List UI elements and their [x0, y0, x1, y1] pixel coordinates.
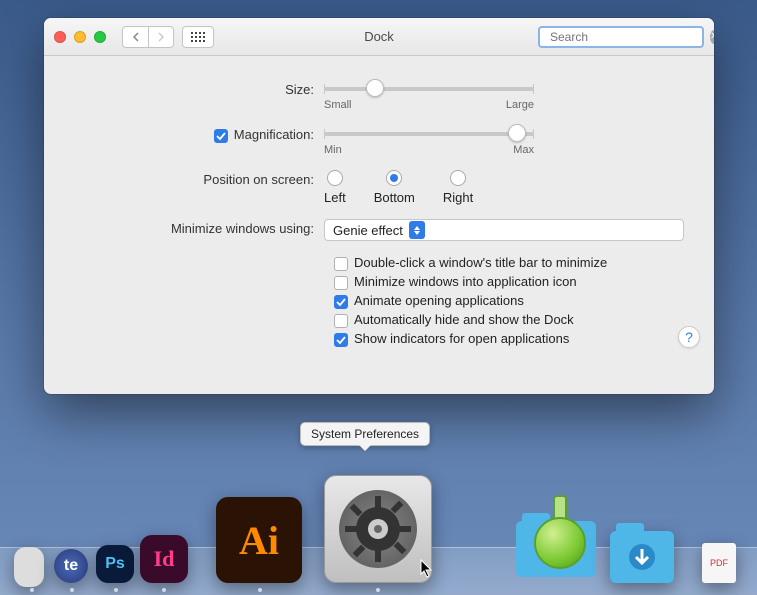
stepper-icon	[409, 221, 425, 239]
option-label-dblclick_minimize: Double-click a window's title bar to min…	[354, 255, 607, 270]
option-label-minimize_into_app: Minimize windows into application icon	[354, 274, 577, 289]
zoom-button[interactable]	[94, 31, 106, 43]
titlebar: Dock ✕	[44, 18, 714, 56]
minimize-effect-popup[interactable]: Genie effect	[324, 219, 684, 241]
gear-icon	[339, 490, 417, 568]
option-label-autohide: Automatically hide and show the Dock	[354, 312, 574, 327]
magnification-slider[interactable]	[324, 125, 534, 143]
back-button[interactable]	[122, 26, 148, 48]
option-checkbox-minimize_into_app[interactable]	[334, 276, 348, 290]
position-radio-right[interactable]	[450, 170, 466, 186]
dock-app-system-preferences[interactable]	[324, 475, 432, 583]
search-field[interactable]: ✕	[538, 26, 704, 48]
help-button[interactable]: ?	[678, 326, 700, 348]
position-radio-left[interactable]	[327, 170, 343, 186]
dock: te Ps Id Ai PDF	[0, 435, 757, 595]
dock-app-indesign[interactable]: Id	[140, 535, 188, 583]
option-row-autohide: Automatically hide and show the Dock	[334, 312, 684, 327]
dock-app-pdf[interactable]: PDF	[702, 543, 736, 583]
download-arrow-icon	[626, 541, 658, 573]
nav-buttons	[122, 26, 174, 48]
option-checkbox-dblclick_minimize[interactable]	[334, 257, 348, 271]
minimize-effect-value: Genie effect	[333, 223, 403, 238]
option-label-show_indicators: Show indicators for open applications	[354, 331, 569, 346]
option-checkbox-show_indicators[interactable]	[334, 333, 348, 347]
clear-search-button[interactable]: ✕	[710, 30, 714, 44]
magnification-max-label: Max	[513, 144, 534, 156]
search-input[interactable]	[550, 30, 705, 44]
minimize-button[interactable]	[74, 31, 86, 43]
dock-app-textexpander[interactable]: te	[54, 549, 88, 583]
size-slider[interactable]	[324, 80, 534, 98]
size-min-label: Small	[324, 99, 352, 111]
preferences-window: Dock ✕ Size: Small Large	[44, 18, 714, 394]
window-controls	[54, 31, 106, 43]
position-radio-label-left: Left	[324, 190, 346, 205]
size-slider-thumb[interactable]	[366, 79, 384, 97]
forward-button[interactable]	[148, 26, 174, 48]
option-row-minimize_into_app: Minimize windows into application icon	[334, 274, 684, 289]
position-radio-label-right: Right	[443, 190, 473, 205]
options-list: Double-click a window's title bar to min…	[334, 255, 684, 346]
chevron-right-icon	[157, 32, 165, 42]
position-radio-bottom[interactable]	[386, 170, 402, 186]
position-label: Position on screen:	[74, 170, 324, 187]
dock-app-photoshop[interactable]: Ps	[96, 545, 134, 583]
option-row-dblclick_minimize: Double-click a window's title bar to min…	[334, 255, 684, 270]
dock-tooltip: System Preferences	[300, 422, 430, 446]
show-all-button[interactable]	[182, 26, 214, 48]
option-row-show_indicators: Show indicators for open applications	[334, 331, 684, 346]
grid-icon	[191, 32, 205, 42]
magnification-slider-thumb[interactable]	[508, 124, 526, 142]
option-checkbox-autohide[interactable]	[334, 314, 348, 328]
size-label: Size:	[74, 80, 324, 97]
option-checkbox-animate_opening[interactable]	[334, 295, 348, 309]
position-radio-group: Left Bottom Right	[324, 170, 684, 205]
dock-app-illustrator[interactable]: Ai	[216, 497, 302, 583]
option-row-animate_opening: Animate opening applications	[334, 293, 684, 308]
magnification-checkbox[interactable]	[214, 129, 228, 143]
magnification-min-label: Min	[324, 144, 342, 156]
position-radio-label-bottom: Bottom	[374, 190, 415, 205]
magnification-label: Magnification:	[234, 127, 314, 142]
size-max-label: Large	[506, 99, 534, 111]
dock-app-flask[interactable]	[512, 483, 600, 583]
dock-app-xtensions[interactable]	[14, 547, 44, 587]
minimize-effect-label: Minimize windows using:	[74, 219, 324, 236]
dock-app-downloads[interactable]	[610, 531, 674, 583]
chevron-left-icon	[132, 32, 140, 42]
content-area: Size: Small Large Magnification:	[44, 56, 714, 360]
close-button[interactable]	[54, 31, 66, 43]
option-label-animate_opening: Animate opening applications	[354, 293, 524, 308]
